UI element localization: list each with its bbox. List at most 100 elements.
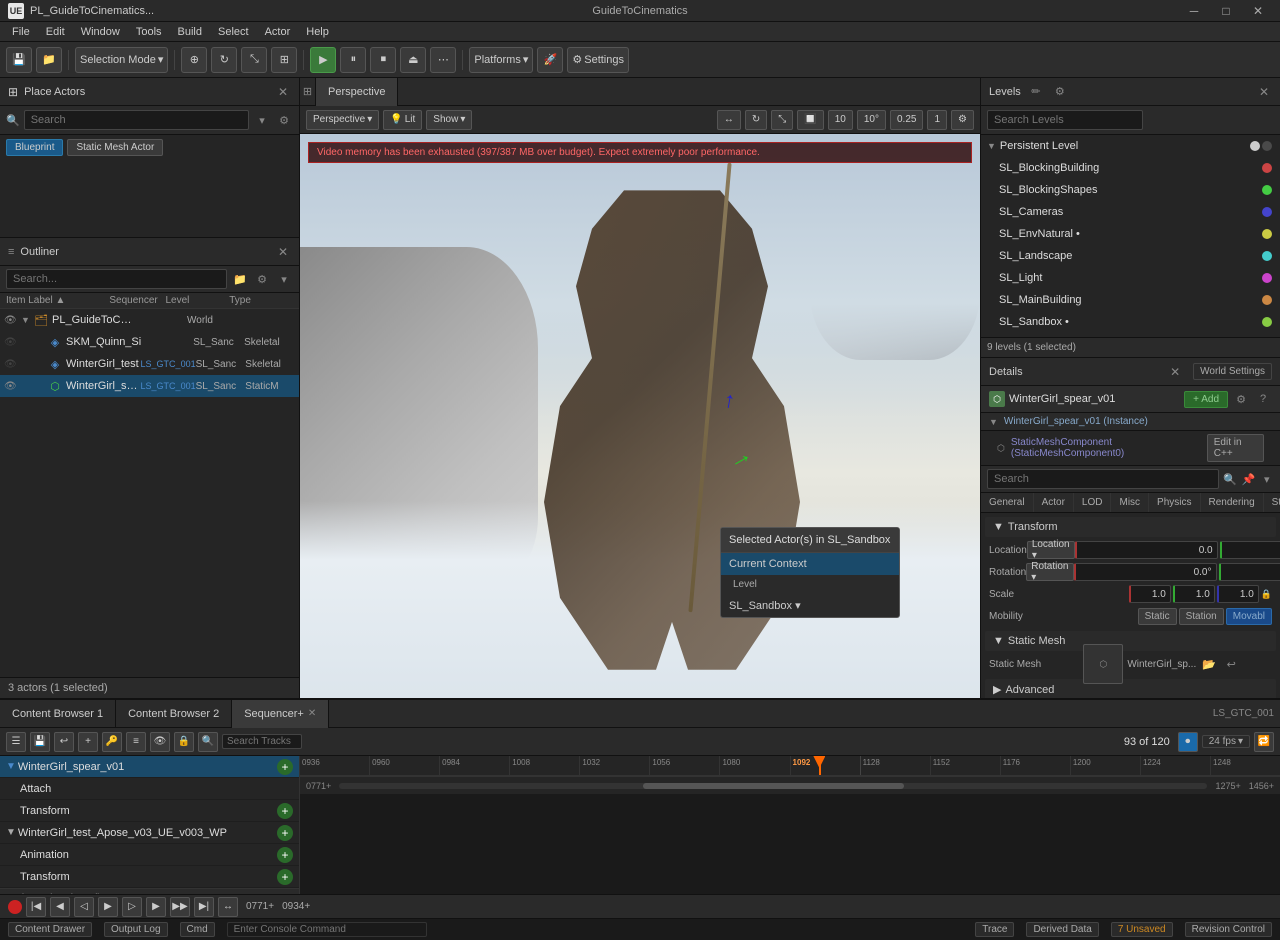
details-pin-icon[interactable]: 📌 <box>1241 470 1255 488</box>
seq-eye-btn[interactable]: 👁 <box>150 732 170 752</box>
stop-button[interactable]: ⏹ <box>370 47 396 73</box>
viewport-settings-btn[interactable]: ⚙ <box>951 110 974 130</box>
level-item-cameras[interactable]: SL_Cameras <box>981 201 1280 223</box>
seq-filter-btn[interactable]: ≡ <box>126 732 146 752</box>
content-button[interactable]: 📁 <box>36 47 62 73</box>
expand-persistent-icon[interactable]: ▼ <box>987 141 996 151</box>
details-search-input[interactable] <box>987 469 1219 489</box>
pause-button[interactable]: ⏸ <box>340 47 366 73</box>
ctx-current-context[interactable]: Current Context <box>721 553 899 575</box>
filter-icon[interactable]: ▾ <box>253 111 271 129</box>
track-expand-2[interactable]: ▼ <box>6 827 16 838</box>
tab-content-browser-1[interactable]: Content Browser 1 <box>0 700 116 728</box>
menu-build[interactable]: Build <box>170 22 210 42</box>
track-add-anim[interactable]: + <box>277 847 293 863</box>
seq-lock-btn[interactable]: 🔒 <box>174 732 194 752</box>
timeline-scrollbar[interactable] <box>339 783 1207 789</box>
outliner-row-4[interactable]: 👁 ⬡ WinterGirl_sp... LS_GTC_001 SL_Sanc … <box>0 375 299 397</box>
level-item-blocking-building[interactable]: SL_BlockingBuilding <box>981 157 1280 179</box>
scale-button[interactable]: ⤡ <box>241 47 267 73</box>
level-item-main-building[interactable]: SL_MainBuilding <box>981 289 1280 311</box>
track-winter-girl-spear[interactable]: ▼ WinterGirl_spear_v01 + <box>0 756 299 778</box>
menu-select[interactable]: Select <box>210 22 257 42</box>
menu-help[interactable]: Help <box>298 22 337 42</box>
add-component-button[interactable]: + Add <box>1184 391 1228 408</box>
tab-general[interactable]: General <box>981 493 1034 512</box>
component-settings-icon[interactable]: ⚙ <box>1232 390 1250 408</box>
rot-snap-value[interactable]: 10° <box>857 110 886 130</box>
grid-snap-value[interactable]: 10 <box>828 110 853 130</box>
seq-timeline[interactable]: 0936 0960 0984 1008 1032 1056 1080 1092 … <box>300 756 1280 894</box>
place-actors-close[interactable]: ✕ <box>275 84 291 100</box>
eject-button[interactable]: ⏏ <box>400 47 426 73</box>
levels-settings-icon[interactable]: ⚙ <box>1051 83 1069 101</box>
scale-icon-btn[interactable]: ⤡ <box>771 110 793 130</box>
rotation-x[interactable] <box>1074 563 1217 581</box>
show-button[interactable]: Show▾ <box>426 110 472 130</box>
mob-movable[interactable]: Movabl <box>1226 608 1272 625</box>
seq-record-btn[interactable]: ⏺ <box>1178 732 1198 752</box>
col-header-sequencer[interactable]: Sequencer <box>102 295 166 306</box>
close-button[interactable]: ✕ <box>1244 0 1272 22</box>
track-add-apose[interactable]: + <box>277 825 293 841</box>
save-button[interactable]: 💾 <box>6 47 32 73</box>
levels-search-input[interactable] <box>987 110 1143 130</box>
menu-file[interactable]: File <box>4 22 38 42</box>
expand-icon-1[interactable]: ▼ <box>21 315 33 325</box>
outliner-row-3[interactable]: 👁 ◈ WinterGirl_test LS_GTC_001 SL_Sanc S… <box>0 353 299 375</box>
static-mesh-preview[interactable]: ⬡ <box>1083 644 1123 684</box>
launch-button[interactable]: 🚀 <box>537 47 563 73</box>
scale-z[interactable] <box>1217 585 1259 603</box>
visibility-icon-2[interactable]: 👁 <box>4 337 18 348</box>
content-drawer-button[interactable]: Content Drawer <box>8 922 92 937</box>
settings-button[interactable]: ⚙ Settings <box>567 47 629 73</box>
seq-settings-btn[interactable]: ☰ <box>6 732 26 752</box>
more-play-button[interactable]: ⋯ <box>430 47 456 73</box>
track-wg-apose[interactable]: ▼ WinterGirl_test_Apose_v03_UE_v003_WP + <box>0 822 299 844</box>
lit-button[interactable]: 💡 Lit <box>383 110 422 130</box>
location-x[interactable] <box>1075 541 1218 559</box>
seq-loop-btn[interactable]: 🔁 <box>1254 732 1274 752</box>
pb-play[interactable]: ▶ <box>98 897 118 917</box>
static-mesh-tag[interactable]: Static Mesh Actor <box>67 139 163 156</box>
details-close[interactable]: ✕ <box>1167 364 1183 380</box>
viewport-main[interactable]: → → Video memory has been exhausted (397… <box>300 134 980 698</box>
details-filter-icon[interactable]: ▾ <box>1260 470 1274 488</box>
seq-save-btn[interactable]: 💾 <box>30 732 50 752</box>
actors-search-input[interactable] <box>24 110 249 130</box>
menu-tools[interactable]: Tools <box>128 22 170 42</box>
level-item-persistent[interactable]: ▼ Persistent Level <box>981 135 1280 157</box>
ctx-sandbox[interactable]: SL_Sandbox ▾ <box>721 594 899 617</box>
transform-section-header[interactable]: ▼ Transform <box>985 517 1276 537</box>
static-mesh-reset-icon[interactable]: ↩ <box>1222 655 1240 673</box>
selection-mode-button[interactable]: Selection Mode ▾ <box>75 47 168 73</box>
menu-actor[interactable]: Actor <box>257 22 299 42</box>
outliner-row-1[interactable]: 👁 ▼ 🗂 PL_GuideToCine... World <box>0 309 299 331</box>
track-search-input[interactable] <box>222 734 302 749</box>
platforms-button[interactable]: Platforms ▾ <box>469 47 533 73</box>
scale-y[interactable] <box>1173 585 1215 603</box>
col-header-level[interactable]: Level <box>165 295 229 306</box>
record-button[interactable] <box>8 900 22 914</box>
level-item-env-natural[interactable]: SL_EnvNatural • <box>981 223 1280 245</box>
level-item-light[interactable]: SL_Light <box>981 267 1280 289</box>
pb-step-back[interactable]: ◀ <box>50 897 70 917</box>
viewport-tab-perspective[interactable]: Perspective <box>316 78 398 106</box>
edit-cpp-button[interactable]: Edit in C++ <box>1207 434 1264 462</box>
track-add-1[interactable]: + <box>277 759 293 775</box>
cmd-button[interactable]: Cmd <box>180 922 215 937</box>
scale-x[interactable] <box>1129 585 1171 603</box>
lock-icon[interactable]: 🔒 <box>1261 589 1272 600</box>
tab-sequencer[interactable]: Sequencer+ ✕ <box>232 700 329 728</box>
pb-to-start[interactable]: |◀ <box>26 897 46 917</box>
pb-to-end[interactable]: ▶| <box>194 897 214 917</box>
filter-icon-2[interactable]: ▾ <box>275 270 293 288</box>
col-header-item[interactable]: Item Label ▲ <box>6 295 102 306</box>
snap-icon-btn[interactable]: 🔲 <box>797 110 823 130</box>
tab-rendering[interactable]: Rendering <box>1201 493 1264 512</box>
track-transform-1[interactable]: Transform + <box>0 800 299 822</box>
pb-fwd-fwd[interactable]: ▶▶ <box>170 897 190 917</box>
blueprint-tag[interactable]: Blueprint <box>6 139 63 156</box>
pb-step-fwd[interactable]: ▶ <box>146 897 166 917</box>
seq-tab-close[interactable]: ✕ <box>308 708 316 719</box>
